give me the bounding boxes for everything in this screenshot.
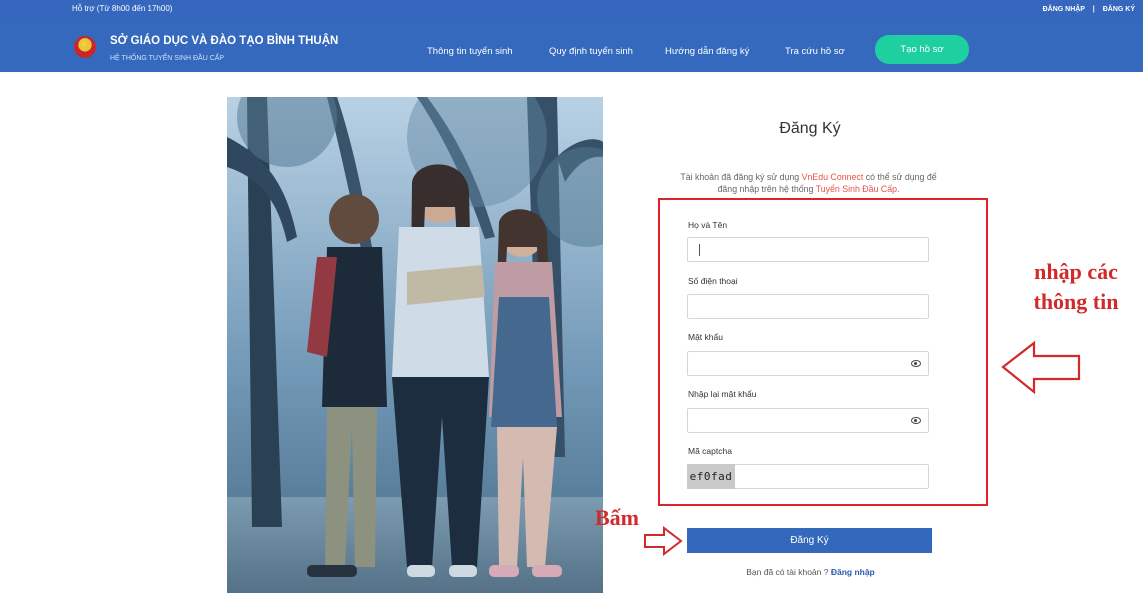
photo-illustration [227, 97, 603, 593]
admission-system-link[interactable]: Tuyển Sinh Đầu Cấp [816, 184, 897, 194]
nav-admission-info[interactable]: Thông tin tuyển sinh [427, 46, 513, 57]
support-hours: Hỗ trợ (Từ 8h00 đến 17h00) [72, 4, 173, 13]
login-link[interactable]: ĐĂNG NHẬP [1043, 6, 1085, 13]
login-link-bottom[interactable]: Đăng nhập [831, 567, 875, 577]
have-account-text: Bạn đã có tài khoản ? [746, 567, 831, 577]
main-navbar: ★ SỞ GIÁO DỤC VÀ ĐÀO TẠO BÌNH THUẬN HỆ T… [0, 20, 1143, 72]
annotation-highlight-frame [658, 198, 988, 506]
nav-lookup-records[interactable]: Tra cứu hồ sơ [785, 46, 845, 57]
students-photo [227, 97, 603, 593]
auth-links: ĐĂNG NHẬP | ĐĂNG KÝ [1043, 6, 1135, 13]
intro-text-1: Tài khoản đã đăng ký sử dụng [680, 172, 802, 182]
vnedu-connect-link[interactable]: VnEdu Connect [802, 172, 864, 182]
register-intro: Tài khoản đã đăng ký sử dụng VnEdu Conne… [676, 171, 941, 195]
national-emblem-icon[interactable]: ★ [74, 36, 96, 58]
right-arrow-icon [644, 526, 683, 556]
register-title: Đăng Ký [779, 120, 841, 137]
auth-separator: | [1092, 6, 1095, 13]
top-bar: Hỗ trợ (Từ 8h00 đến 17h00) ĐĂNG NHẬP | Đ… [0, 0, 1143, 20]
nav-admission-rules[interactable]: Quy định tuyển sinh [549, 46, 633, 57]
left-arrow-icon [1001, 340, 1081, 395]
annotation-fill-info: nhập các thông tin [1016, 257, 1136, 317]
brand-title[interactable]: SỞ GIÁO DỤC VÀ ĐÀO TẠO BÌNH THUẬN [110, 35, 338, 47]
intro-text-3: . [897, 184, 900, 194]
register-submit-button[interactable]: Đăng Ký [687, 528, 932, 553]
create-profile-button[interactable]: Tạo hồ sơ [875, 35, 969, 64]
have-account-prompt: Bạn đã có tài khoản ? Đăng nhập [688, 567, 933, 577]
annotation-press: Bấm [595, 505, 639, 530]
nav-registration-guide[interactable]: Hướng dẫn đăng ký [665, 46, 749, 57]
annotation-line-2: thông tin [1033, 289, 1119, 314]
brand-subtitle: HỆ THỐNG TUYỂN SINH ĐẦU CẤP [110, 55, 225, 62]
register-link[interactable]: ĐĂNG KÝ [1103, 6, 1135, 13]
annotation-line-1: nhập các [1034, 259, 1118, 284]
